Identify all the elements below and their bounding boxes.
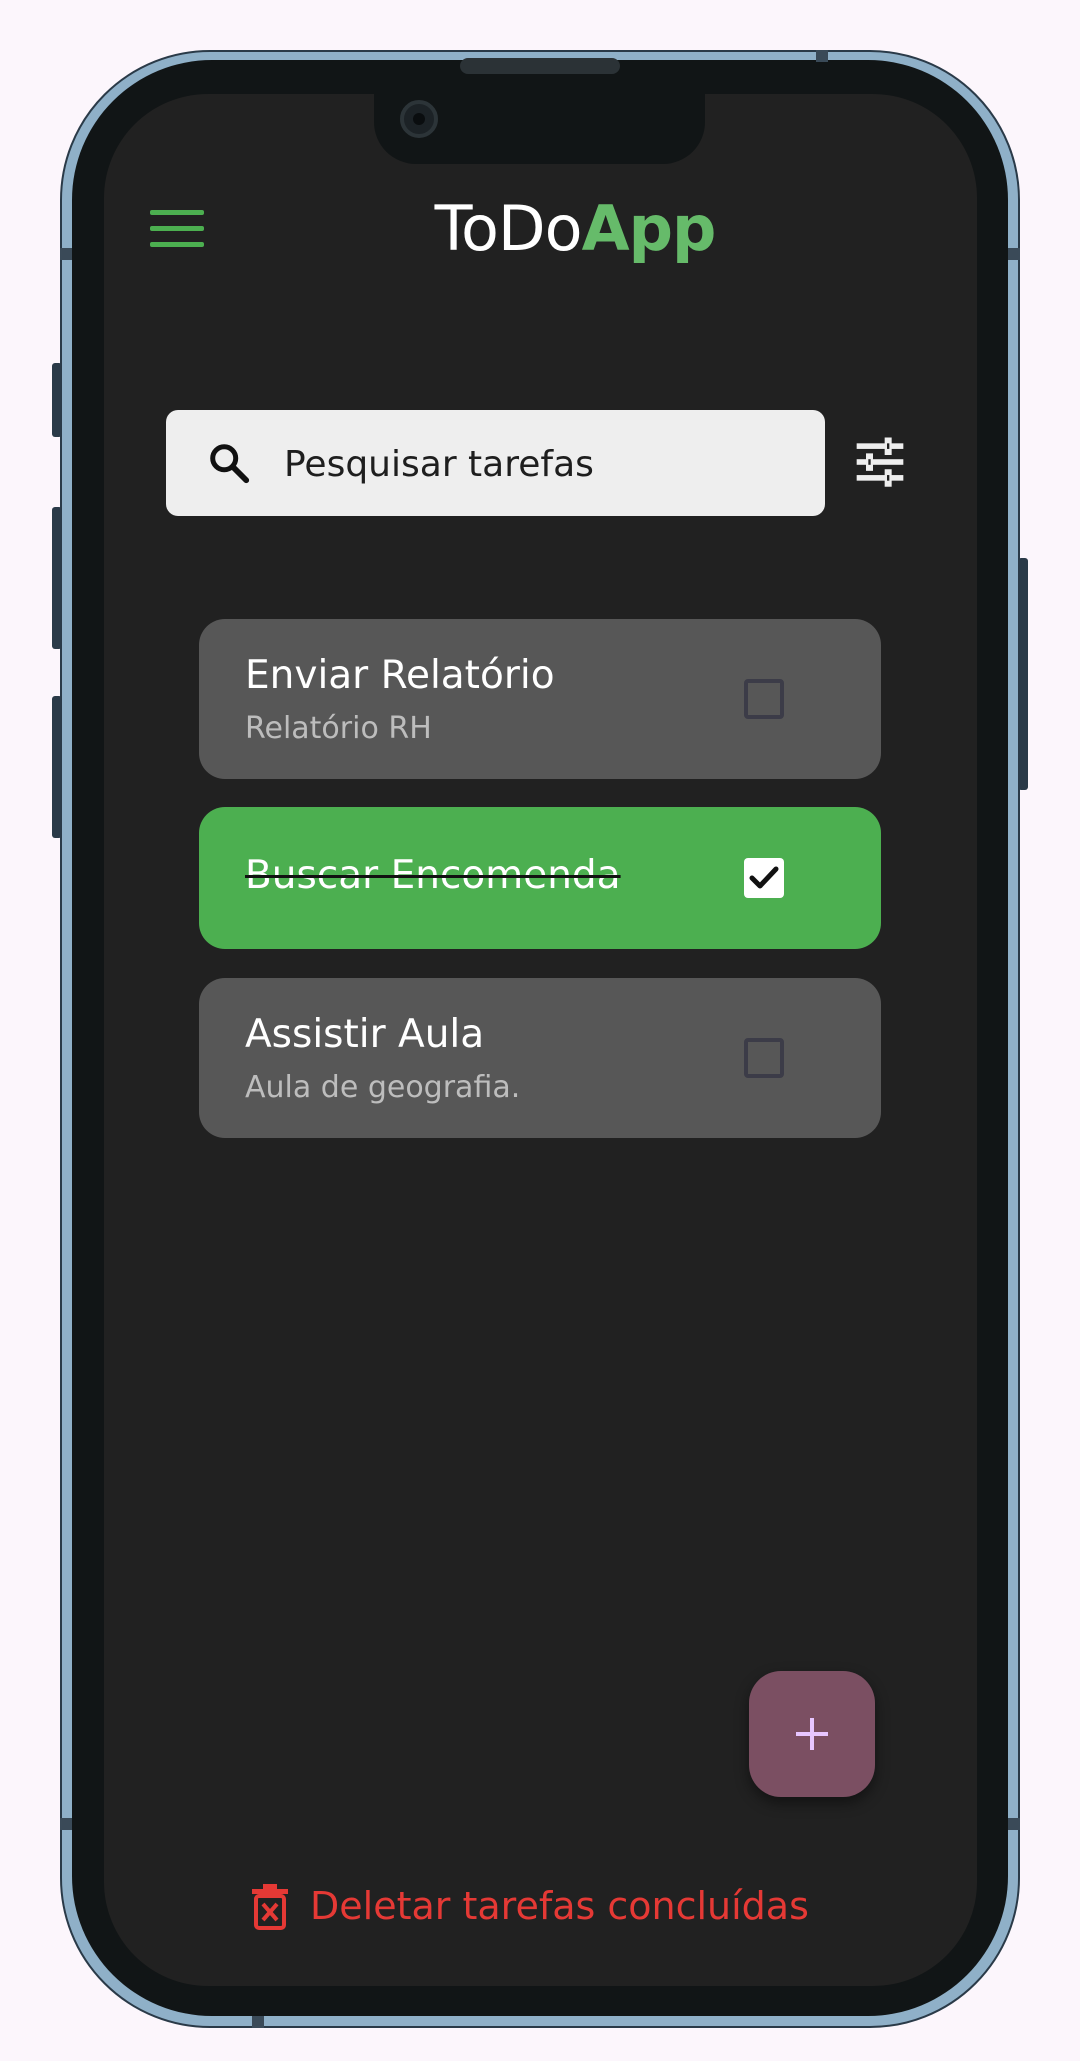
antenna-band [1008,1818,1020,1830]
task-card[interactable]: Assistir Aula Aula de geografia. [199,978,881,1138]
task-title: Assistir Aula [245,1012,485,1057]
task-card[interactable]: Buscar Encomenda [199,807,881,949]
trash-icon [252,1884,288,1930]
volume-up-button [52,507,62,649]
task-checkbox[interactable] [744,858,784,898]
task-card[interactable]: Enviar Relatório Relatório RH [199,619,881,779]
app-title-accent: App [581,192,717,265]
delete-completed-label: Deletar tarefas concluídas [310,1884,809,1928]
front-camera [400,100,438,138]
add-task-button[interactable] [749,1671,875,1797]
task-checkbox[interactable] [744,679,784,719]
task-description: Aula de geografia. [245,1070,521,1105]
task-title: Enviar Relatório [245,653,555,698]
power-button [1018,558,1028,790]
task-description: Relatório RH [245,711,432,746]
search-input[interactable] [282,410,806,518]
antenna-band [816,50,828,62]
antenna-band [252,2016,264,2028]
app-title-prefix: ToDo [434,192,583,265]
antenna-band [60,1818,72,1830]
check-icon [749,866,779,889]
app-title: ToDoApp [0,192,1080,265]
task-title: Buscar Encomenda [245,853,621,898]
speaker-grille [460,58,620,74]
plus-icon [796,1718,828,1750]
task-checkbox[interactable] [744,1038,784,1078]
search-bar [166,410,825,518]
search-icon [210,444,250,484]
volume-down-button [52,696,62,838]
tune-icon[interactable] [852,434,908,490]
mute-switch [52,363,62,437]
